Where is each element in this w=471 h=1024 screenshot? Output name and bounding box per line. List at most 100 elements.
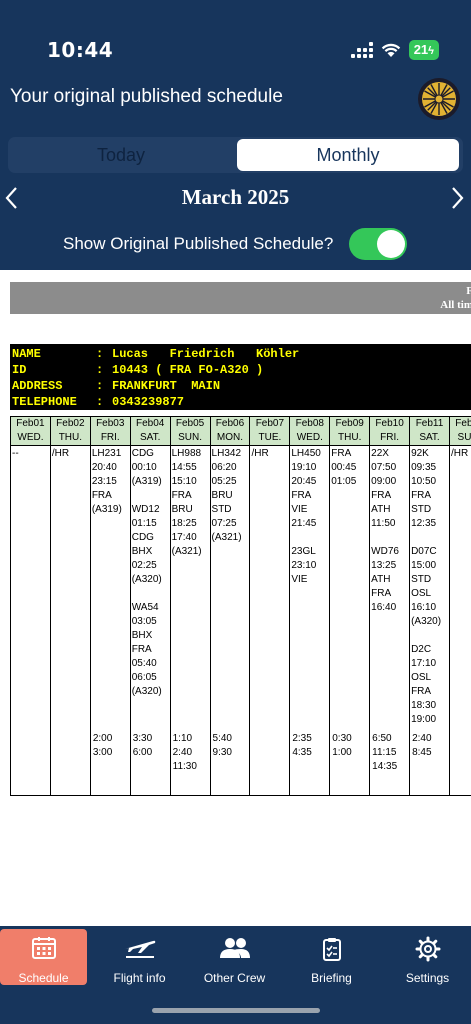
day-cell[interactable]: /HR	[249, 445, 291, 796]
duty-line: FRA	[171, 490, 192, 501]
duty-line: WD12	[131, 504, 160, 515]
day-header: Feb04 SAT.	[129, 416, 171, 446]
duty-line: BHX	[131, 546, 153, 557]
day-cell[interactable]: /HR	[448, 445, 471, 796]
duty-line: 07:50	[371, 462, 397, 473]
duty-line: (A320)	[131, 686, 162, 697]
day-cell[interactable]: LH450 19:10 20:45 FRA VIE 21:45 23GL 23:10 VIE 2:…	[289, 445, 331, 796]
day-cell[interactable]: FRA 00:45 01:05 0:30 1:00	[329, 445, 371, 796]
duty-line: BRU	[171, 504, 193, 515]
home-indicator	[152, 1008, 320, 1013]
duty-line: LH342	[211, 448, 241, 459]
day-cell[interactable]: 22X 07:50 09:00 FRA ATH 11:50 WD76 13:25 ATH FRA 1…	[369, 445, 411, 796]
duty-line: 10:50	[411, 476, 437, 487]
crew-info-value: Lucas Friedrich Köhler	[112, 347, 300, 361]
day-cell[interactable]: /HR	[49, 445, 91, 796]
schedule-body-row: -- /HR LH231 20:40 23:15 FRA (A319) 2:00 3:00 CDG…	[10, 445, 471, 796]
crew-info-value: FRANKFURT MAIN	[112, 379, 221, 393]
duty-time: 9:30	[212, 747, 232, 758]
crew-info: NAME: Lucas Friedrich Köhler ID:10443 ( FR…	[10, 344, 471, 410]
duty-line: FRA	[131, 644, 152, 655]
nav-flight-info[interactable]: Flight info	[96, 929, 183, 985]
day-cell[interactable]: LH988 14:55 15:10 FRA BRU 18:25 17:40 (A321) 1:1…	[169, 445, 211, 796]
duty-line: CDG	[131, 448, 154, 459]
crew-info-key: TELEPHONE	[12, 395, 77, 409]
schedule-table-scroll[interactable]: Feb01 WED. Feb02 THU. Feb03 FRI. Feb04 SAT. Feb0…	[10, 416, 471, 798]
segment-today[interactable]: Today	[10, 139, 232, 171]
duty-line: FRA	[91, 490, 112, 501]
duty-line: /HR	[251, 448, 269, 459]
sun-emblem-icon	[422, 82, 456, 116]
day-cell[interactable]: 92K 09:35 10:50 FRA STD 12:35 D07C 15:00 STD OSL 1…	[409, 445, 450, 796]
day-cell[interactable]: --	[10, 445, 51, 796]
crew-info-value: 0343239877	[112, 395, 185, 409]
battery-level: 21	[413, 42, 429, 57]
duty-line: 18:30	[411, 700, 437, 711]
day-cell[interactable]: CDG 00:10 (A319) WD12 01:15 CDG BHX 02:25 (A320)…	[129, 445, 171, 796]
month-navigator: March 2025	[0, 182, 471, 216]
duty-line: 92K	[411, 448, 429, 459]
duty-time: 2:40	[412, 733, 432, 744]
nav-settings[interactable]: Settings	[384, 929, 471, 985]
duty-line: 16:10	[411, 602, 437, 613]
duty-time: 0:30	[332, 733, 352, 744]
duty-line: STD	[211, 504, 232, 515]
duty-line: LH988	[171, 448, 202, 459]
day-cell[interactable]: LH342 06:20 05:25 BRU STD 07:25 (A321) 5:40 9:30	[209, 445, 251, 796]
duty-line	[132, 489, 169, 503]
crew-info-row: ADDRESS: FRANKFURT MAIN	[10, 378, 471, 394]
duty-line: --	[12, 448, 19, 459]
original-schedule-toggle-row: Show Original Published Schedule?	[0, 228, 471, 260]
duty-time: 6:50	[372, 733, 392, 744]
nav-other-crew[interactable]: Other Crew	[191, 929, 278, 985]
day-weekday: SUN.	[178, 432, 203, 443]
duty-line: STD	[411, 574, 432, 585]
cellular-signal-icon	[350, 42, 373, 58]
duty-line: (A320)	[411, 616, 442, 627]
duty-line: 05:25	[211, 476, 237, 487]
duty-time: 1:10	[172, 733, 193, 744]
day-date: Feb03	[96, 418, 125, 429]
duty-line: 01:15	[131, 518, 157, 529]
original-schedule-toggle[interactable]	[349, 228, 407, 260]
chevron-right-icon[interactable]	[447, 184, 467, 212]
status-time: 10:44	[47, 38, 114, 62]
day-date: Feb04	[135, 418, 165, 429]
duty-times: 2:00 3:00	[93, 732, 112, 760]
duty-line: D07C	[411, 546, 437, 557]
duty-line: FRA	[371, 490, 392, 501]
app-screen: 10:44 21ϟ Your original published schedu…	[0, 0, 471, 1024]
day-date: Feb06	[215, 418, 245, 429]
duty-line: 23:15	[91, 476, 117, 487]
duty-line: 18:25	[171, 518, 197, 529]
day-weekday: THU.	[338, 432, 362, 443]
duty-line: VIE	[291, 574, 308, 585]
duty-time: 2:00	[92, 733, 113, 744]
day-weekday: TUE.	[258, 432, 282, 443]
duty-line	[411, 629, 448, 643]
profile-avatar[interactable]	[418, 78, 460, 120]
segment-monthly[interactable]: Monthly	[237, 139, 459, 171]
nav-briefing[interactable]: Briefing	[288, 929, 375, 985]
nav-schedule[interactable]: Schedule	[0, 929, 87, 985]
duty-time: 2:40	[172, 747, 193, 758]
nav-settings-label: Settings	[405, 971, 450, 985]
day-date: Feb10	[375, 418, 404, 429]
calendar-icon	[31, 937, 56, 959]
day-header: Feb09 THU.	[329, 416, 371, 446]
duty-line: 01:05	[331, 476, 357, 487]
duty-line: 13:25	[371, 560, 397, 571]
duty-time: 2:35	[292, 733, 312, 744]
duty-line: BHX	[131, 630, 153, 641]
gear-icon	[415, 936, 440, 962]
day-cell[interactable]: LH231 20:40 23:15 FRA (A319) 2:00 3:00	[89, 445, 131, 796]
day-date: Feb05	[175, 418, 205, 429]
day-date: Feb01	[16, 418, 45, 429]
duty-line: CDG	[131, 532, 154, 543]
page-title: Your original published schedule	[10, 86, 283, 107]
duty-time: 11:15	[372, 747, 397, 758]
duty-line: 07:25	[211, 518, 237, 529]
crew-info-separator: :	[96, 363, 104, 377]
duty-line: FRA	[371, 588, 392, 599]
duty-line: 06:05	[131, 672, 157, 683]
